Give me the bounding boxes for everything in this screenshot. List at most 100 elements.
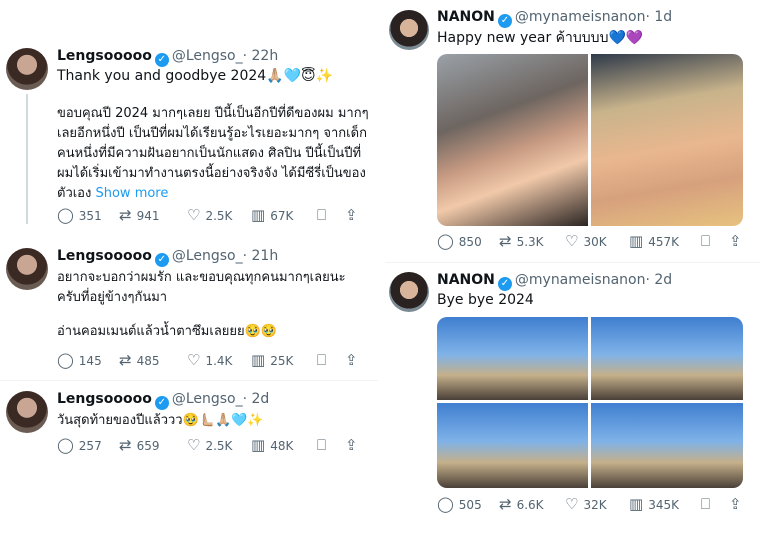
divider [0,380,378,381]
tweet-actions: ◯ 505 ⇄ 6.6K ♡ 32K ▥ 345K ⎕ ⇪ [437,497,757,512]
like-button[interactable]: ♡ 30K [565,234,629,249]
heart-icon: ♡ [187,351,201,369]
tweet-photo[interactable] [591,317,743,400]
share-button[interactable]: ⇪ [345,208,358,223]
tweet-actions: ◯ 351 ⇄ 941 ♡ 2.5K ▥ 67K ⎕ ⇪ [57,208,375,223]
views-icon: ▥ [251,206,266,224]
verified-badge-icon: ✓ [497,277,512,291]
tweet-text-body: ขอบคุณปี 2024 มากๆเลยย ปีนี้เป็นอีกปีที่… [57,106,369,201]
timestamp[interactable]: · 21h [243,248,279,264]
repost-button[interactable]: ⇄ 941 [119,208,187,223]
show-more-link[interactable]: Show more [95,186,168,201]
share-icon: ⇪ [345,436,358,454]
reply-button[interactable]: ◯ 257 [57,438,119,453]
timestamp[interactable]: · 2d [243,391,270,407]
tweet-actions: ◯ 257 ⇄ 659 ♡ 2.5K ▥ 48K ⎕ ⇪ [57,438,375,453]
views-button[interactable]: ▥ 25K [251,353,317,368]
timestamp[interactable]: · 1d [645,9,672,25]
tweet-text-body: อยากจะบอกว่าผมรัก และขอบคุณทุกคนมากๆเลยน… [57,270,346,305]
tweet[interactable]: Lengsooooo ✓ @Lengso_· 21h อยากจะบอกว่าผมร… [0,240,378,370]
bookmark-button[interactable]: ⎕ [701,497,729,512]
verified-badge-icon: ✓ [154,53,169,67]
tweet-photo[interactable] [437,403,588,488]
bookmark-button[interactable]: ⎕ [701,234,729,249]
tweet-photo[interactable] [437,317,588,400]
like-button[interactable]: ♡ 2.5K [187,438,251,453]
share-button[interactable]: ⇪ [729,497,742,512]
handle[interactable]: @Lengso_ [172,391,243,407]
display-name[interactable]: Lengsooooo [57,391,152,407]
tweet[interactable]: NANON ✓ @mynameisnanon· 2d Bye bye 2024 ◯ 5… [385,264,760,526]
display-name[interactable]: NANON [437,9,495,25]
reply-button[interactable]: ◯ 505 [437,497,499,512]
reply-button[interactable]: ◯ 351 [57,208,119,223]
reply-button[interactable]: ◯ 850 [437,234,499,249]
like-button[interactable]: ♡ 1.4K [187,353,251,368]
tweet-text-body: วันสุดท้ายของปีแล้ววว🥹🫷🏼🙏🏼🩵✨ [57,413,264,428]
repost-icon: ⇄ [119,436,132,454]
views-button[interactable]: ▥ 48K [251,438,317,453]
repost-button[interactable]: ⇄ 5.3K [499,234,565,249]
share-icon: ⇪ [345,351,358,369]
repost-icon: ⇄ [499,232,512,250]
tweet-text-body: อ่านคอมเมนต์แล้วน้ำตาซึมเลยยย🥹🥹 [57,324,278,339]
tweet-photo[interactable] [437,54,588,226]
views-button[interactable]: ▥ 457K [629,234,701,249]
timestamp[interactable]: · 2d [645,272,672,288]
heart-icon: ♡ [187,436,201,454]
avatar[interactable] [389,272,429,312]
handle[interactable]: @Lengso_ [172,248,243,264]
views-button[interactable]: ▥ 345K [629,497,701,512]
repost-button[interactable]: ⇄ 659 [119,438,187,453]
bookmark-button[interactable]: ⎕ [317,353,345,368]
tweet-text-body: Bye bye 2024 [437,292,534,308]
avatar[interactable] [389,10,429,50]
tweet-header: Lengsooooo ✓ @Lengso_· 22h [57,48,278,67]
tweet-text: อยากจะบอกว่าผมรัก และขอบคุณทุกคนมากๆเลยน… [57,268,372,342]
display-name[interactable]: Lengsooooo [57,248,152,264]
repost-button[interactable]: ⇄ 6.6K [499,497,565,512]
verified-badge-icon: ✓ [497,14,512,28]
timestamp[interactable]: · 22h [243,48,279,64]
like-button[interactable]: ♡ 2.5K [187,208,251,223]
views-icon: ▥ [629,495,644,513]
reply-icon: ◯ [437,495,454,513]
bookmark-button[interactable]: ⎕ [317,438,345,453]
verified-badge-icon: ✓ [154,396,169,410]
tweet[interactable]: Lengsooooo ✓ @Lengso_· 22h Thank you and g… [0,40,378,230]
tweet-text: Bye bye 2024 [437,290,755,310]
display-name[interactable]: NANON [437,272,495,288]
heart-icon: ♡ [187,206,201,224]
tweet-photo[interactable] [591,54,743,226]
display-name[interactable]: Lengsooooo [57,48,152,64]
share-button[interactable]: ⇪ [729,234,742,249]
repost-icon: ⇄ [499,495,512,513]
tweet-text-body: Happy new year ค้าบบบบ💙💜 [437,30,644,46]
handle[interactable]: @Lengso_ [172,48,243,64]
views-icon: ▥ [629,232,644,250]
heart-icon: ♡ [565,495,579,513]
handle[interactable]: @mynameisnanon [515,9,646,25]
tweet-actions: ◯ 850 ⇄ 5.3K ♡ 30K ▥ 457K ⎕ ⇪ [437,234,757,249]
reply-icon: ◯ [57,351,74,369]
tweet[interactable]: Lengsooooo ✓ @Lengso_· 2d วันสุดท้ายของปีแ… [0,383,378,468]
divider [385,262,760,263]
tweet-photo[interactable] [591,403,743,488]
share-button[interactable]: ⇪ [345,353,358,368]
handle[interactable]: @mynameisnanon [515,272,646,288]
heart-icon: ♡ [565,232,579,250]
tweet[interactable]: NANON ✓ @mynameisnanon· 1d Happy new year … [385,0,760,262]
repost-button[interactable]: ⇄ 485 [119,353,187,368]
left-panel: Lengsooooo ✓ @Lengso_· 22h Thank you and g… [0,40,378,530]
views-button[interactable]: ▥ 67K [251,208,317,223]
avatar[interactable] [6,391,48,433]
share-button[interactable]: ⇪ [345,438,358,453]
avatar[interactable] [6,48,48,90]
bookmark-button[interactable]: ⎕ [317,208,345,223]
avatar[interactable] [6,248,48,290]
repost-icon: ⇄ [119,351,132,369]
tweet-header: NANON ✓ @mynameisnanon· 1d [437,9,672,28]
like-button[interactable]: ♡ 32K [565,497,629,512]
right-panel: NANON ✓ @mynameisnanon· 1d Happy new year … [385,0,760,528]
reply-button[interactable]: ◯ 145 [57,353,119,368]
